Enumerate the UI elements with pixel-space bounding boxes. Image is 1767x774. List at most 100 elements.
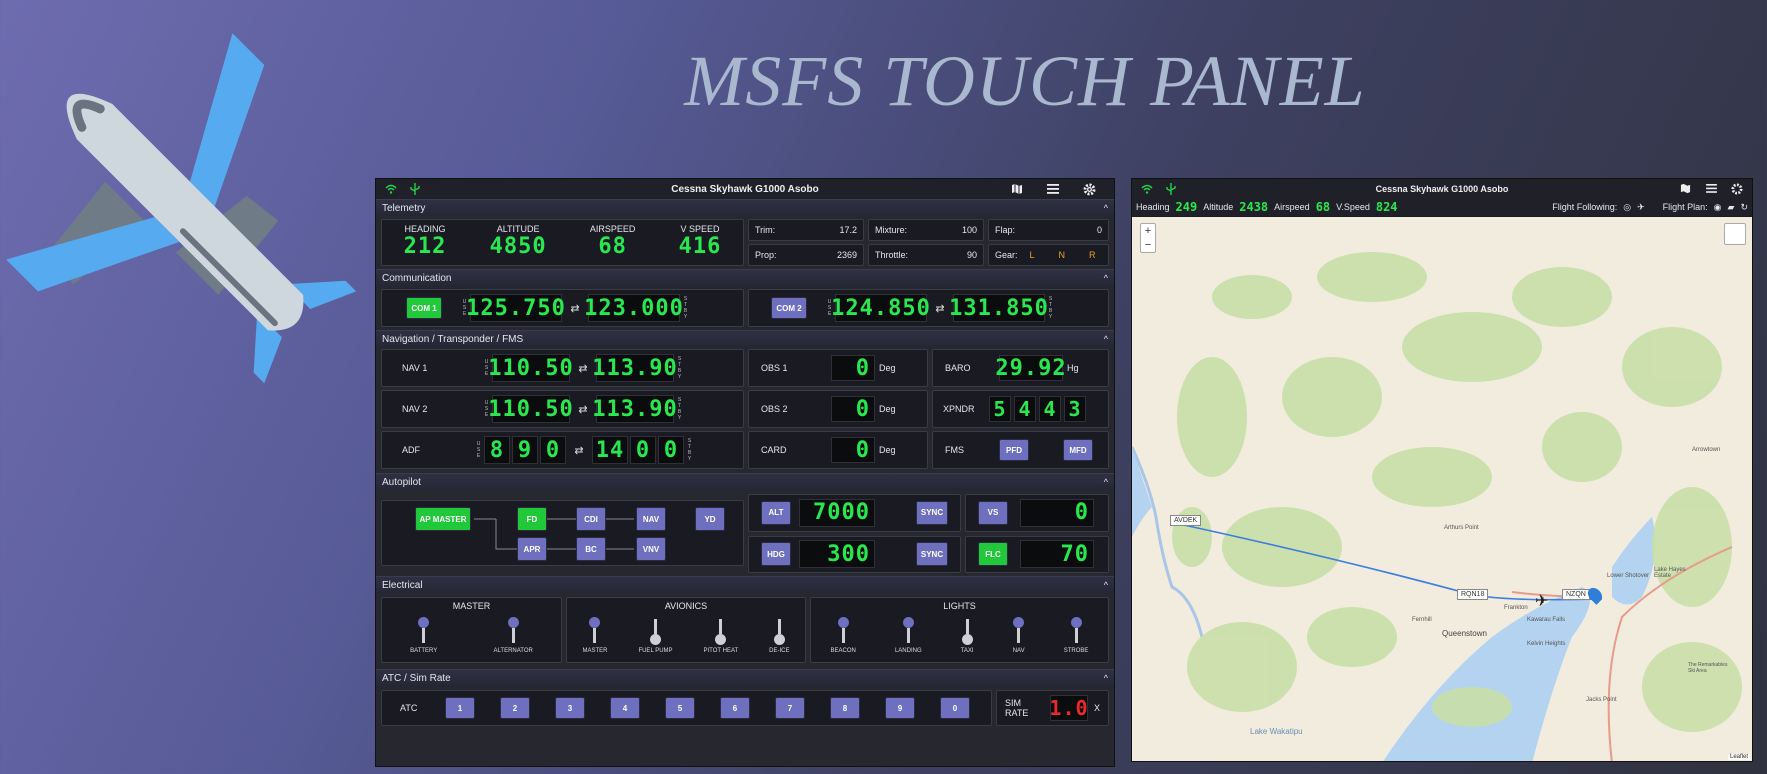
swap-icon[interactable]: ⇄ (576, 362, 590, 375)
com2-standby[interactable]: 131.850 (949, 294, 1048, 322)
swap-icon[interactable]: ⇄ (568, 302, 582, 315)
com1-standby[interactable]: 123.000 (584, 294, 683, 322)
obs2-value[interactable]: 0 (831, 396, 875, 422)
beacon-switch[interactable]: BEACON (831, 617, 856, 654)
hdg-button[interactable]: HDG (761, 542, 791, 567)
apr-button[interactable]: APR (517, 537, 547, 561)
map-icon[interactable] (1010, 182, 1024, 196)
xpndr-digit[interactable]: 5 (989, 396, 1011, 422)
nav1-active[interactable]: 110.50 (488, 354, 573, 382)
atc-key-4[interactable]: 4 (610, 697, 640, 719)
zoom-out-button[interactable]: − (1141, 238, 1155, 252)
nav2-active[interactable]: 110.50 (488, 395, 573, 423)
swap-icon[interactable]: ⇄ (933, 302, 947, 315)
flc-button[interactable]: FLC (978, 542, 1008, 567)
nav-lights-switch[interactable]: NAV (1013, 617, 1025, 654)
gear-icon[interactable] (1730, 182, 1744, 196)
waypoint-label[interactable]: RQN18 (1457, 589, 1489, 600)
ap-master-button[interactable]: AP MASTER (415, 507, 471, 531)
adf-active-digit[interactable]: 0 (540, 436, 566, 464)
swap-icon[interactable]: ⇄ (572, 444, 586, 457)
com1-button[interactable]: COM 1 (406, 297, 442, 319)
vs-button[interactable]: VS (978, 500, 1008, 525)
chevron-up-icon[interactable]: ^ (1104, 203, 1108, 213)
nav2-standby[interactable]: 113.90 (592, 395, 677, 423)
flc-value[interactable]: 70 (1020, 540, 1094, 569)
alt-sync-button[interactable]: SYNC (916, 500, 948, 525)
chevron-up-icon[interactable]: ^ (1104, 334, 1108, 344)
atc-key-9[interactable]: 9 (885, 697, 915, 719)
waypoint-label[interactable]: NZQN (1562, 589, 1590, 600)
com1-active[interactable]: 125.750 (466, 294, 565, 322)
pitot-heat-switch[interactable]: PITOT HEAT (704, 617, 738, 654)
adf-active-digit[interactable]: 9 (512, 436, 538, 464)
atc-key-8[interactable]: 8 (830, 697, 860, 719)
alt-button[interactable]: ALT (761, 500, 791, 525)
telemetry-header[interactable]: Telemetry ^ (376, 199, 1114, 216)
plane-off-icon[interactable]: ✈ (1637, 202, 1645, 213)
alternator-switch[interactable]: ALTERNATOR (494, 617, 533, 654)
fuel-pump-switch[interactable]: FUEL PUMP (638, 617, 673, 654)
card-value[interactable]: 0 (831, 437, 875, 463)
atc-header[interactable]: ATC / Sim Rate ^ (376, 669, 1114, 686)
map-icon[interactable] (1678, 182, 1692, 196)
menu-icon[interactable] (1046, 182, 1060, 196)
xpndr-digit[interactable]: 3 (1064, 396, 1086, 422)
atc-key-1[interactable]: 1 (445, 697, 475, 719)
adf-standby-digit[interactable]: 14 (592, 436, 628, 464)
de-ice-switch[interactable]: DE-ICE (769, 617, 790, 654)
com2-active[interactable]: 124.850 (831, 294, 930, 322)
adf-standby-digit[interactable]: 0 (658, 436, 684, 464)
atc-key-7[interactable]: 7 (775, 697, 805, 719)
vs-value[interactable]: 0 (1020, 498, 1094, 527)
bc-button[interactable]: BC (576, 537, 606, 561)
atc-key-2[interactable]: 2 (500, 697, 530, 719)
hdg-value[interactable]: 300 (799, 540, 875, 569)
xpndr-digit[interactable]: 4 (1039, 396, 1061, 422)
strobe-switch[interactable]: STROBE (1064, 617, 1088, 654)
mfd-button[interactable]: MFD (1063, 439, 1093, 461)
navigation-header[interactable]: Navigation / Transponder / FMS ^ (376, 330, 1114, 347)
atc-key-0[interactable]: 0 (940, 697, 970, 719)
gear-icon[interactable] (1082, 182, 1096, 196)
atc-key-3[interactable]: 3 (555, 697, 585, 719)
chevron-up-icon[interactable]: ^ (1104, 580, 1108, 590)
map-attribution[interactable]: Leaflet (1727, 754, 1750, 760)
obs1-value[interactable]: 0 (831, 355, 875, 381)
atc-key-5[interactable]: 5 (665, 697, 695, 719)
pfd-button[interactable]: PFD (999, 439, 1029, 461)
adf-active-digit[interactable]: 8 (484, 436, 510, 464)
tag-icon[interactable]: ▰ (1728, 202, 1735, 213)
crosshair-icon[interactable]: ◎ (1623, 202, 1631, 213)
adf-standby-digit[interactable]: 0 (630, 436, 656, 464)
com2-button[interactable]: COM 2 (771, 297, 807, 319)
xpndr-digit[interactable]: 4 (1014, 396, 1036, 422)
alt-value[interactable]: 7000 (799, 498, 875, 527)
refresh-icon[interactable]: ↻ (1740, 202, 1748, 213)
fd-button[interactable]: FD (517, 507, 547, 531)
hdg-sync-button[interactable]: SYNC (916, 542, 948, 567)
avionics-master-switch[interactable]: MASTER (582, 617, 607, 654)
autopilot-header[interactable]: Autopilot ^ (376, 473, 1114, 490)
communication-header[interactable]: Communication ^ (376, 269, 1114, 286)
cdi-button[interactable]: CDI (576, 507, 606, 531)
menu-icon[interactable] (1704, 182, 1718, 196)
nav-button[interactable]: NAV (636, 507, 666, 531)
swap-icon[interactable]: ⇄ (576, 403, 590, 416)
taxi-switch[interactable]: TAXI (961, 617, 974, 654)
nav1-standby[interactable]: 113.90 (592, 354, 677, 382)
waypoint-label[interactable]: AVDEK (1170, 515, 1202, 526)
electrical-header[interactable]: Electrical ^ (376, 576, 1114, 593)
vnv-button[interactable]: VNV (636, 537, 666, 561)
simrate-value[interactable]: 1.0 (1049, 695, 1088, 721)
atc-key-6[interactable]: 6 (720, 697, 750, 719)
battery-switch[interactable]: BATTERY (410, 617, 437, 654)
map-view[interactable]: + − AVDEK RQN18 NZQN ✈ Arthurs Point Low… (1132, 217, 1752, 761)
eye-icon[interactable]: ◉ (1714, 202, 1722, 213)
yd-button[interactable]: YD (695, 507, 725, 531)
zoom-in-button[interactable]: + (1141, 224, 1155, 238)
baro-value[interactable]: 29.92 (995, 355, 1066, 381)
chevron-up-icon[interactable]: ^ (1104, 673, 1108, 683)
layers-icon[interactable] (1724, 223, 1746, 245)
chevron-up-icon[interactable]: ^ (1104, 273, 1108, 283)
